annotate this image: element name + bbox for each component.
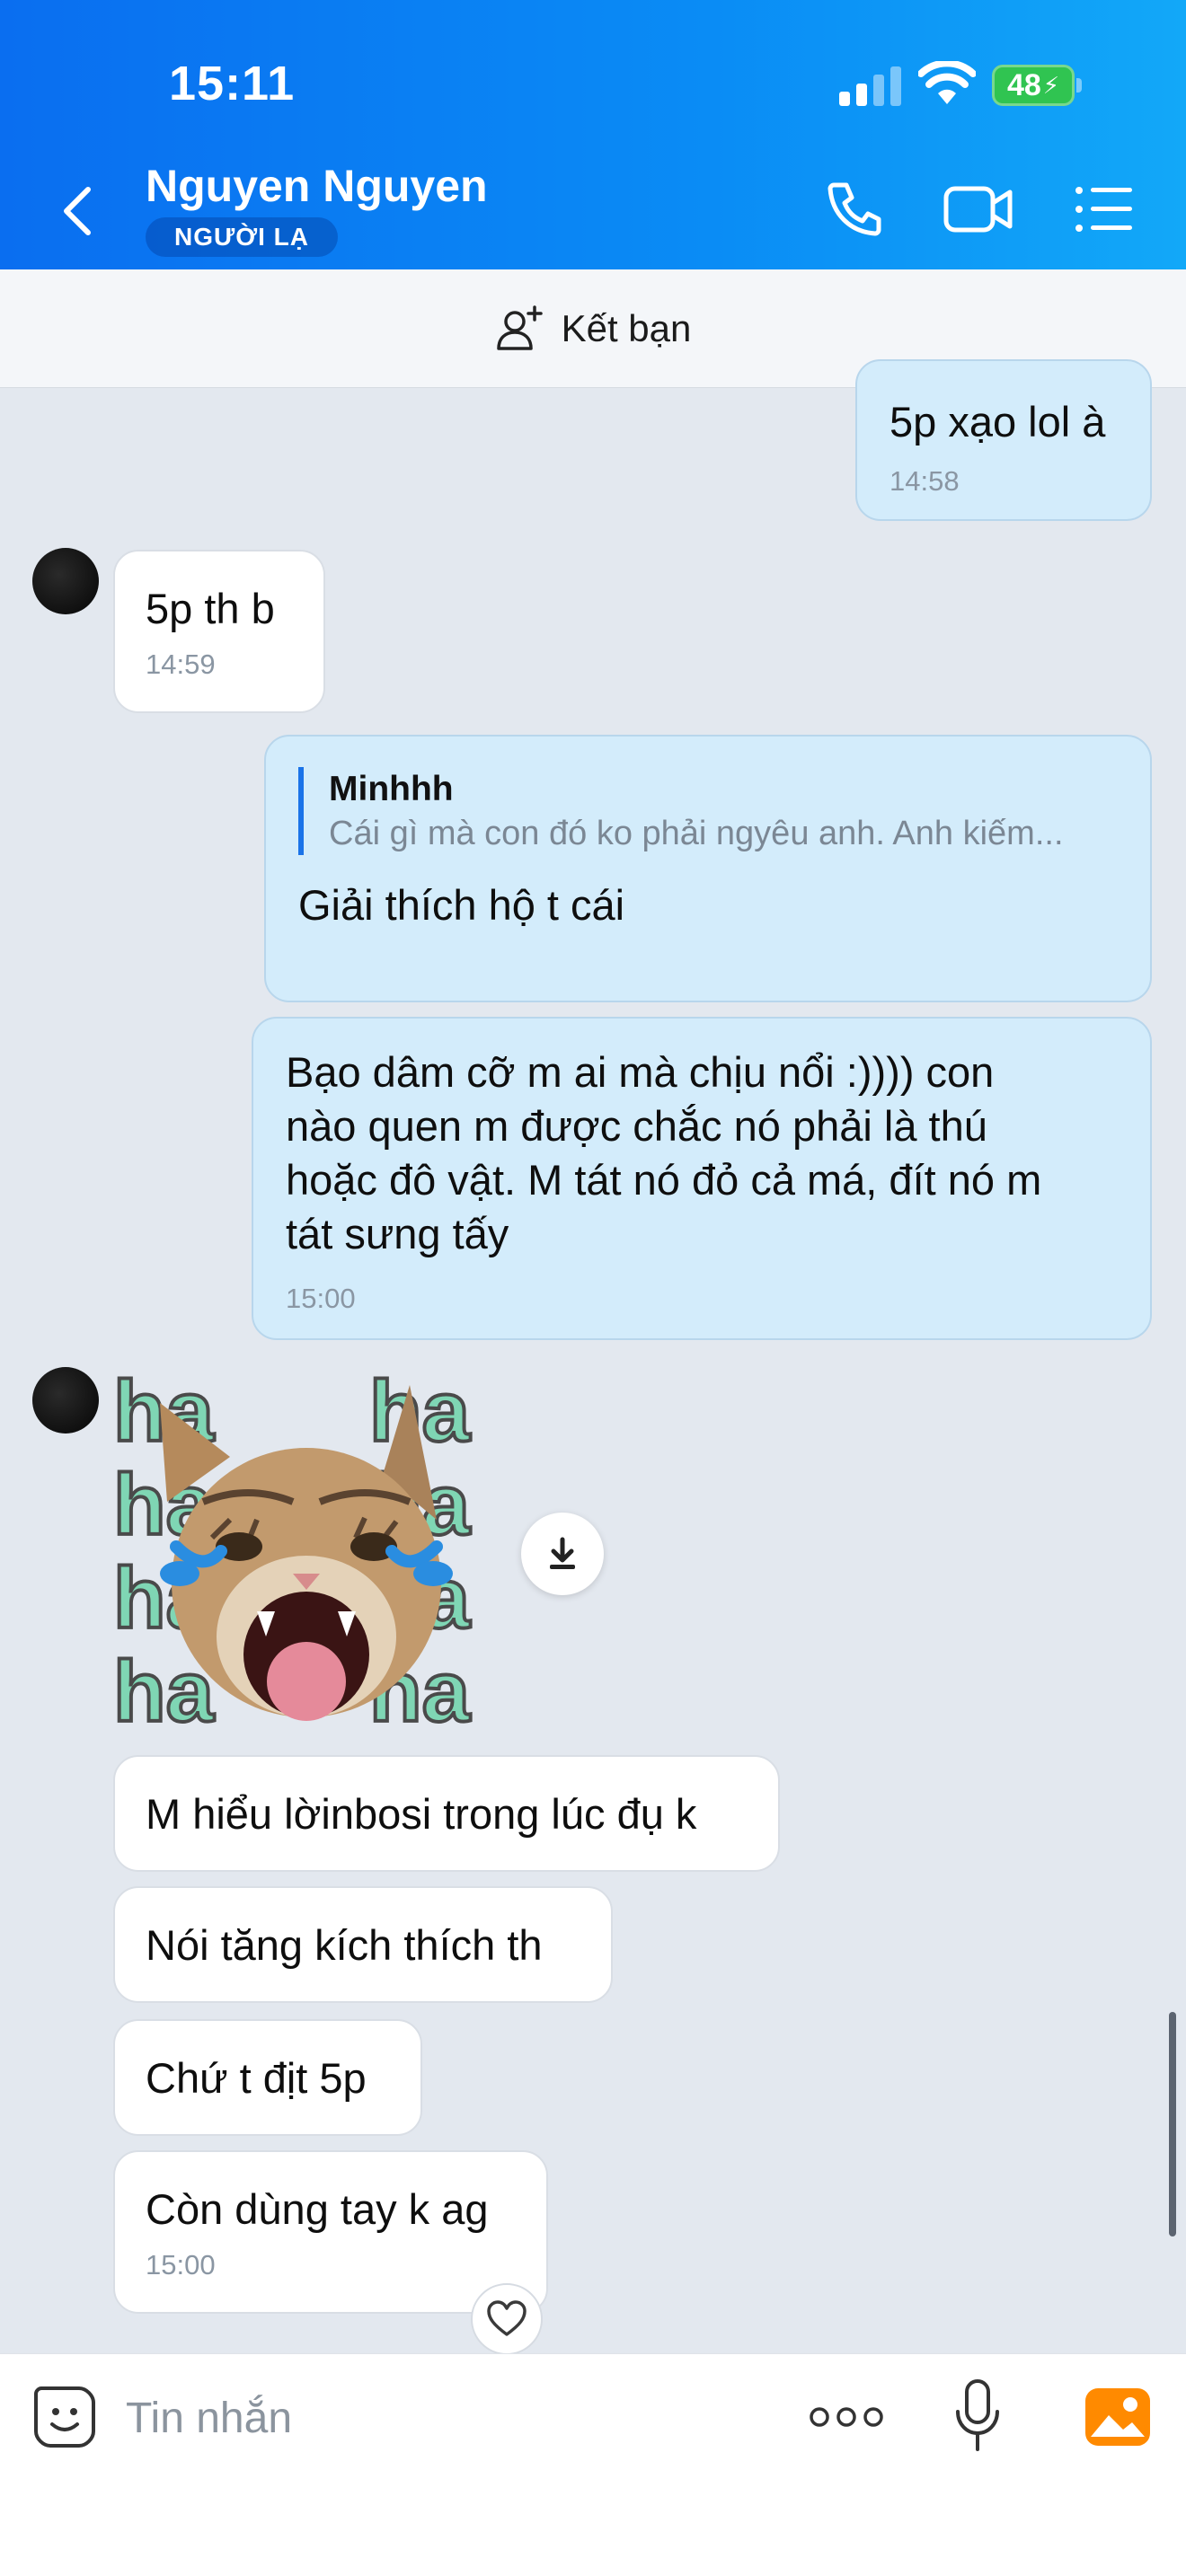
message-input[interactable] [126, 2386, 755, 2449]
add-friend-button[interactable]: Kết bạn [495, 304, 692, 354]
quoted-message[interactable]: Minhhh Cái gì mà con đó ko phải ngyêu an… [298, 767, 1118, 855]
message-text: 5p xạo lol à [890, 398, 1106, 446]
contact-avatar[interactable] [32, 548, 99, 614]
message-text: Nói tăng kích thích th [146, 1921, 543, 1969]
more-options-icon[interactable] [809, 2399, 884, 2435]
menu-list-icon[interactable] [1075, 185, 1134, 234]
message-incoming[interactable]: 5p th b 14:59 [113, 550, 325, 713]
battery-indicator: 48 ⚡ [992, 65, 1075, 106]
contact-avatar[interactable] [32, 1367, 99, 1434]
battery-tip [1076, 78, 1082, 93]
message-incoming[interactable]: Còn dùng tay k ag 15:00 [113, 2150, 548, 2314]
charging-bolt-icon: ⚡ [1042, 71, 1060, 99]
message-line: Bạo dâm cỡ m ai mà chịu nổi :)))) con [286, 1048, 995, 1096]
message-outgoing[interactable]: Bạo dâm cỡ m ai mà chịu nổi :)))) con nà… [252, 1017, 1152, 1340]
download-icon [550, 1537, 575, 1569]
message-input-bar [0, 2353, 1186, 2576]
download-sticker-button[interactable] [521, 1513, 604, 1595]
cellular-signal-icon [839, 66, 901, 106]
message-text: 5p th b [146, 585, 275, 632]
video-call-icon[interactable] [943, 183, 1013, 235]
message-text: Giải thích hộ t cái [298, 881, 625, 929]
message-time: 14:58 [890, 465, 960, 497]
phone-call-icon[interactable] [825, 180, 884, 239]
message-text: M hiểu lờinbosi trong lúc đụ k [146, 1790, 697, 1838]
photo-gallery-icon[interactable] [1084, 2386, 1152, 2448]
add-person-icon [496, 304, 543, 350]
stranger-badge: NGƯỜI LẠ [146, 217, 338, 257]
wifi-icon [918, 61, 976, 104]
message-incoming[interactable]: M hiểu lờinbosi trong lúc đụ k [113, 1755, 780, 1872]
laughing-cat-sticker[interactable]: ha ha ha ha ha ha ha ha [113, 1367, 491, 1726]
message-line: hoặc đô vật. M tát nó đỏ cả má, đít nó m [286, 1156, 1042, 1204]
message-line: nào quen m được chắc nó phải là thú [286, 1102, 987, 1150]
message-outgoing[interactable]: 5p xạo lol à 14:58 [855, 359, 1152, 521]
message-outgoing-reply[interactable]: Minhhh Cái gì mà con đó ko phải ngyêu an… [264, 735, 1152, 1002]
message-time: 15:00 [146, 2249, 216, 2280]
scrollbar-thumb[interactable] [1169, 2012, 1176, 2236]
react-heart-button[interactable] [471, 2283, 543, 2355]
message-line: tát sưng tấy [286, 1210, 509, 1257]
quoted-sender: Minhhh [329, 770, 454, 808]
add-friend-label: Kết bạn [561, 306, 692, 349]
sticker-emoji-icon[interactable] [32, 2385, 97, 2449]
message-incoming[interactable]: Nói tăng kích thích th [113, 1886, 613, 2003]
battery-level: 48 [1006, 67, 1041, 102]
status-time: 15:11 [169, 57, 296, 110]
chat-header: 15:11 48 ⚡ Nguyen Nguyen NGƯỜI LẠ [0, 0, 1186, 269]
message-text: Còn dùng tay k ag [146, 2185, 489, 2233]
message-text: Chứ t địt 5p [146, 2054, 367, 2102]
message-time: 14:59 [146, 648, 216, 680]
message-incoming[interactable]: Chứ t địt 5p [113, 2019, 422, 2136]
microphone-icon[interactable] [952, 2378, 1003, 2455]
contact-name[interactable]: Nguyen Nguyen [146, 160, 488, 212]
message-time: 15:00 [286, 1283, 356, 1314]
quoted-text: Cái gì mà con đó ko phải ngyêu anh. Anh … [329, 815, 1064, 852]
back-arrow-icon[interactable] [58, 184, 97, 238]
heart-icon [487, 2300, 527, 2336]
